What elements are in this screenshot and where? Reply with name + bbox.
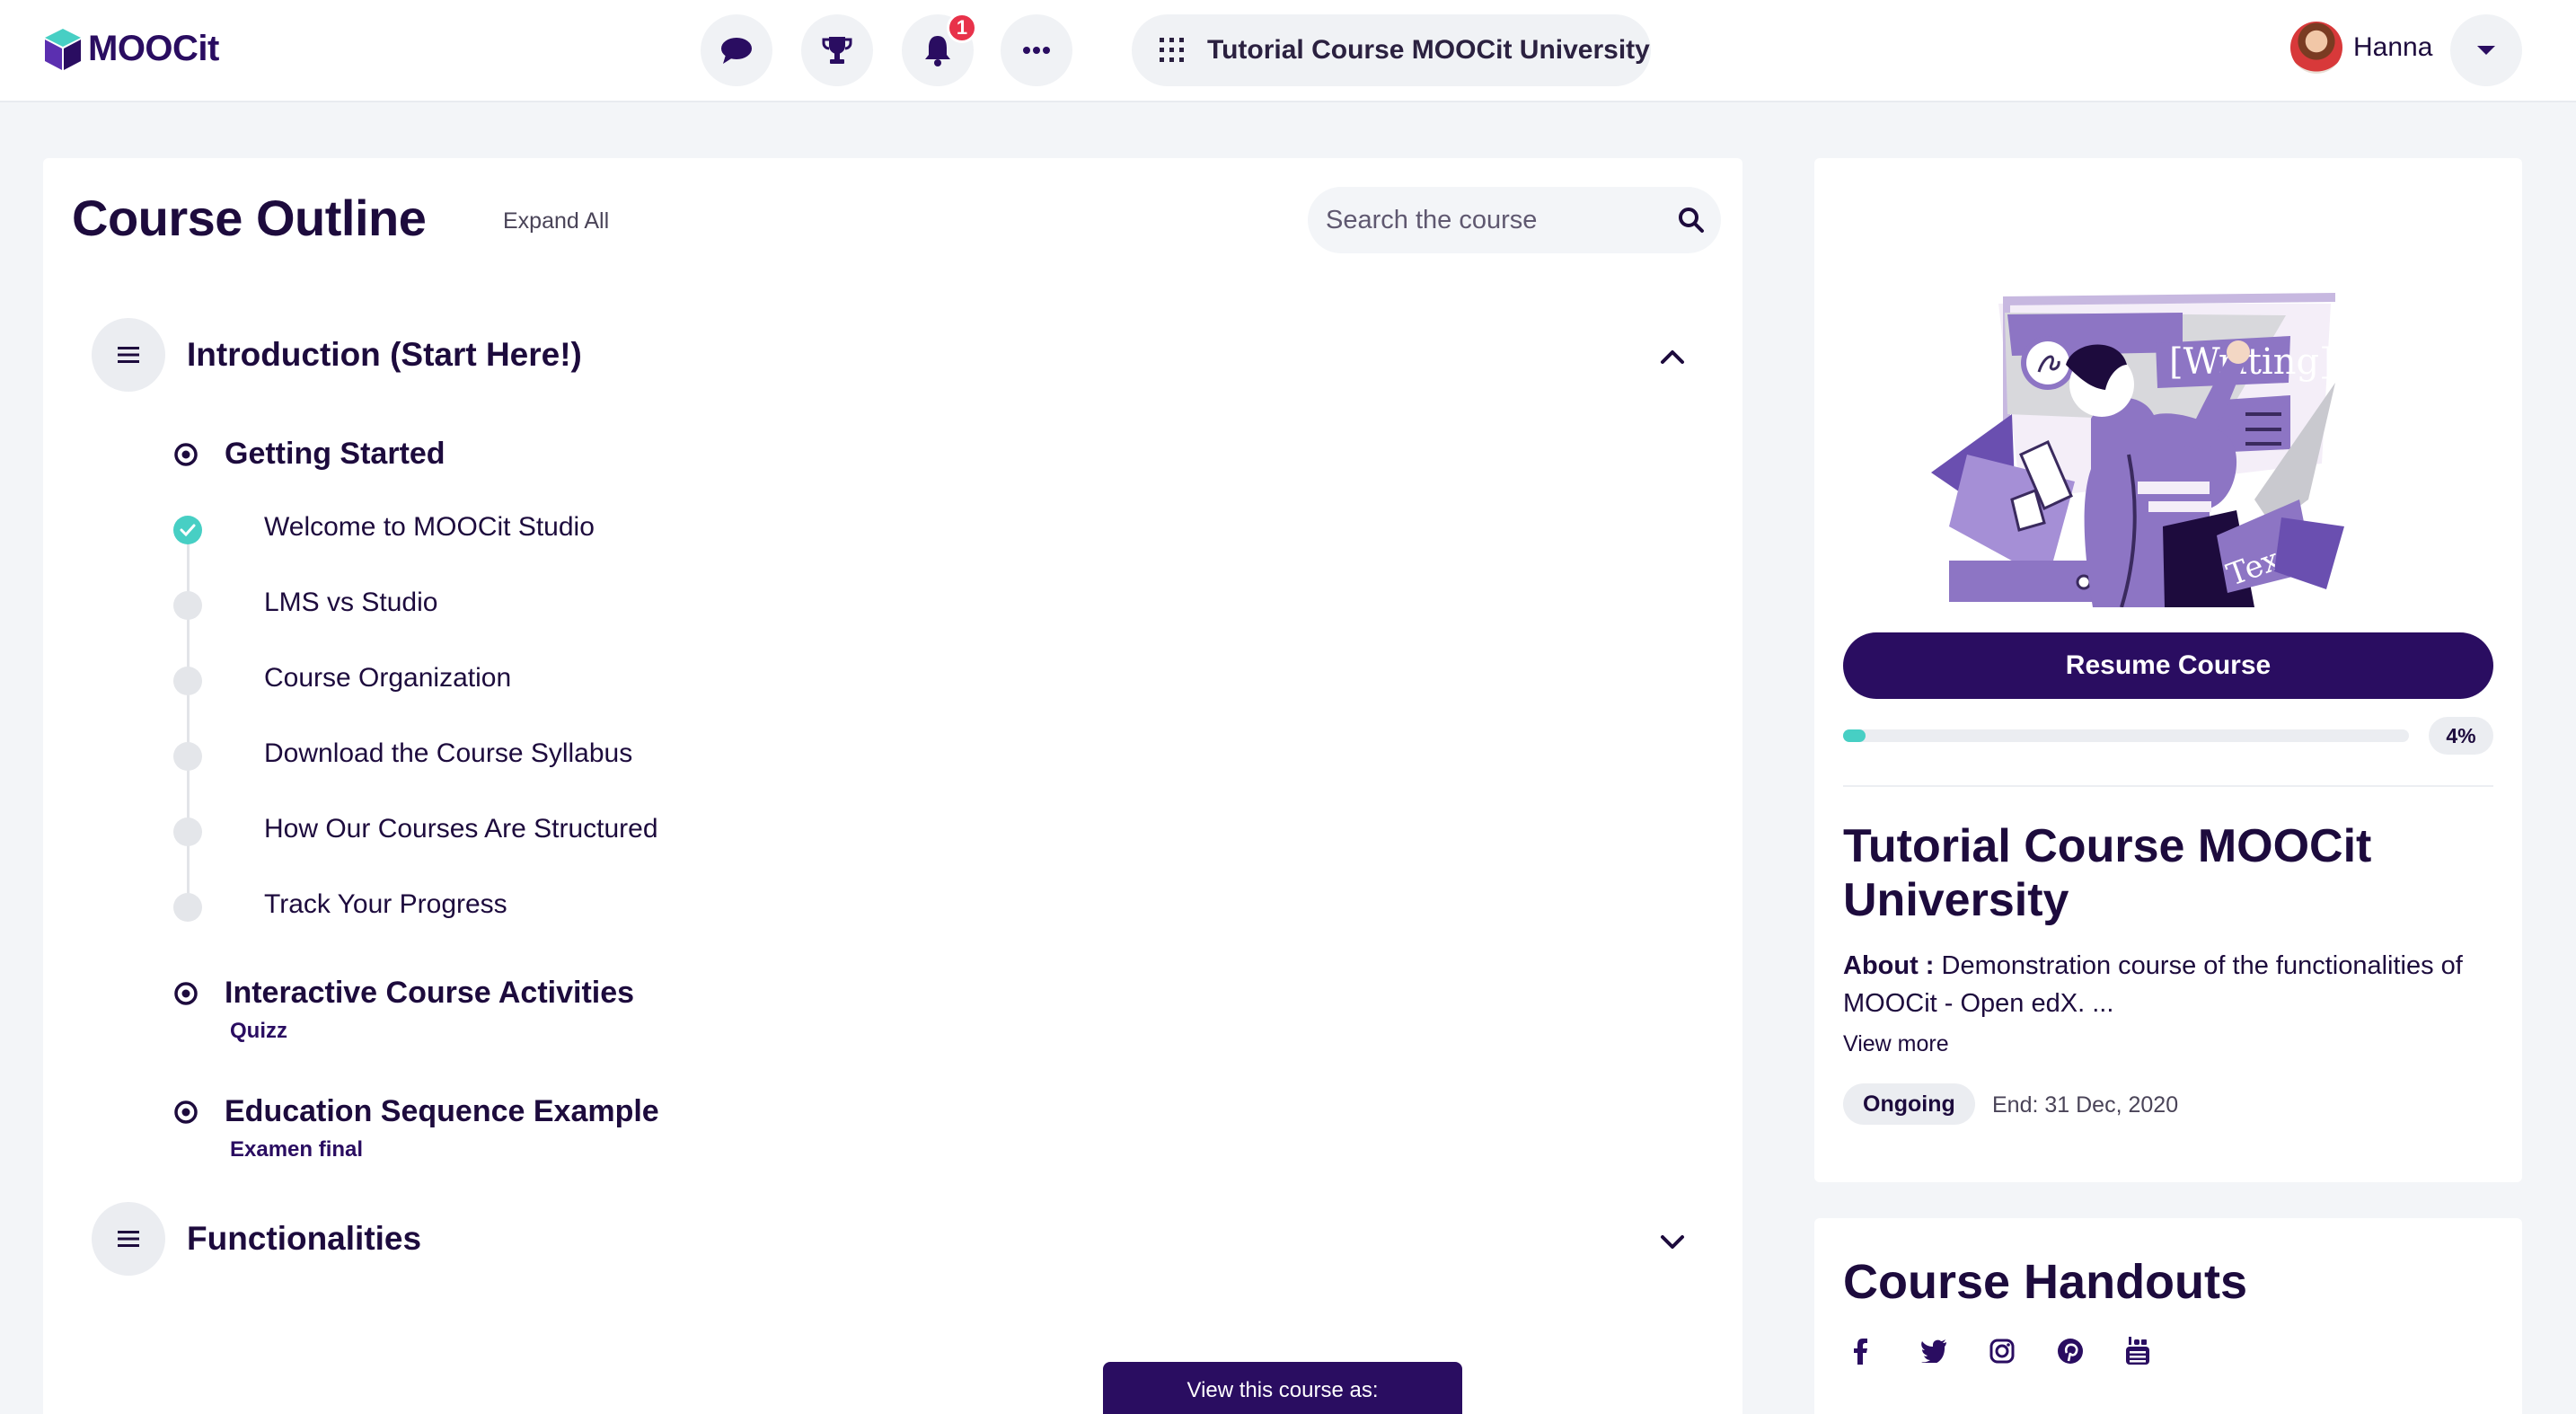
course-selector[interactable]: Tutorial Course MOOCit University bbox=[1132, 14, 1651, 86]
list-icon bbox=[118, 1231, 139, 1247]
twitter-link[interactable] bbox=[1920, 1333, 1989, 1369]
logo-cube-icon bbox=[45, 29, 81, 70]
course-title: Tutorial Course MOOCit University bbox=[1843, 820, 2372, 926]
youtube-icon bbox=[2126, 1337, 2149, 1365]
unit-link[interactable]: LMS vs Studio bbox=[264, 588, 437, 618]
facebook-icon bbox=[1854, 1339, 1867, 1365]
unit-link[interactable]: How Our Courses Are Structured bbox=[264, 814, 658, 844]
unit-incomplete-icon bbox=[173, 591, 202, 620]
course-end-date: End: 31 Dec, 2020 bbox=[1992, 1092, 2179, 1118]
view-more-link[interactable]: View more bbox=[1843, 1031, 1949, 1057]
subsection-note: Examen final bbox=[230, 1137, 364, 1162]
course-selector-label: Tutorial Course MOOCit University bbox=[1207, 35, 1650, 65]
expand-section-button[interactable] bbox=[1660, 1234, 1685, 1255]
about-text: Demonstration course of the functionalit… bbox=[1843, 951, 2463, 1018]
section-menu-button[interactable] bbox=[92, 1202, 165, 1276]
facebook-link[interactable] bbox=[1852, 1333, 1920, 1369]
status-badge: Ongoing bbox=[1843, 1083, 1975, 1125]
subsection-bullet-icon bbox=[174, 1100, 198, 1124]
unit-incomplete-icon bbox=[173, 893, 202, 922]
more-button[interactable] bbox=[1001, 14, 1072, 86]
logo[interactable]: MOOCit bbox=[41, 25, 219, 72]
expand-all-button[interactable]: Expand All bbox=[503, 208, 609, 234]
user-menu[interactable]: Hanna bbox=[2290, 22, 2432, 74]
unit-incomplete-icon bbox=[173, 742, 202, 771]
top-navbar: MOOCit 1 Tutorial Course MOOCit Universi… bbox=[0, 0, 2576, 102]
progress-percent-badge: 4% bbox=[2429, 717, 2493, 755]
course-outline-card: Course Outline Expand All Search the cou… bbox=[43, 158, 1742, 1414]
pinterest-icon bbox=[2058, 1339, 2083, 1364]
subsection-label: Getting Started bbox=[225, 437, 446, 471]
logo-text: MOOCit bbox=[88, 28, 219, 68]
course-handouts-card: Course Handouts bbox=[1814, 1218, 2522, 1414]
section-label: Introduction (Start Here!) bbox=[187, 336, 582, 373]
section-introduction[interactable]: Introduction (Start Here!) bbox=[92, 318, 582, 392]
divider bbox=[1843, 785, 2493, 787]
course-summary-card: [Writing] Text Resume Course 4% Tutorial… bbox=[1814, 158, 2522, 1182]
more-icon bbox=[1023, 47, 1050, 54]
view-course-as-button[interactable]: View this course as: bbox=[1103, 1362, 1462, 1414]
social-links bbox=[1852, 1333, 2193, 1369]
instagram-link[interactable] bbox=[1989, 1333, 2057, 1369]
chevron-down-icon bbox=[1661, 1235, 1684, 1249]
section-menu-button[interactable] bbox=[92, 318, 165, 392]
subsection-education-sequence[interactable]: Education Sequence Example bbox=[172, 1094, 659, 1129]
subsection-bullet-icon bbox=[174, 981, 198, 1005]
handouts-title: Course Handouts bbox=[1843, 1255, 2248, 1309]
instagram-icon bbox=[1989, 1339, 2015, 1364]
unit-timeline bbox=[187, 526, 190, 904]
unit-complete-icon bbox=[173, 516, 202, 544]
search-placeholder: Search the course bbox=[1326, 205, 1538, 234]
progress-bar-fill bbox=[1843, 729, 1866, 742]
collapse-section-button[interactable] bbox=[1660, 349, 1685, 369]
bell-icon bbox=[925, 36, 950, 66]
chevron-down-icon bbox=[2477, 46, 2495, 55]
list-icon bbox=[118, 347, 139, 363]
search-input[interactable]: Search the course bbox=[1308, 187, 1721, 253]
unit-link[interactable]: Course Organization bbox=[264, 663, 511, 694]
unit-incomplete-icon bbox=[173, 817, 202, 846]
user-name: Hanna bbox=[2353, 32, 2433, 62]
page-title: Course Outline bbox=[72, 190, 427, 246]
unit-incomplete-icon bbox=[173, 667, 202, 695]
resume-course-button[interactable]: Resume Course bbox=[1843, 632, 2493, 699]
achievements-button[interactable] bbox=[801, 14, 873, 86]
progress-bar bbox=[1843, 729, 2409, 742]
notifications-button[interactable]: 1 bbox=[902, 13, 977, 86]
subsection-note: Quizz bbox=[230, 1019, 287, 1043]
chevron-up-icon bbox=[1661, 350, 1684, 364]
subsection-bullet-icon bbox=[174, 442, 198, 466]
subsection-getting-started[interactable]: Getting Started bbox=[172, 437, 446, 472]
user-menu-dropdown-button[interactable] bbox=[2450, 14, 2522, 86]
avatar bbox=[2290, 22, 2342, 74]
unit-link[interactable]: Welcome to MOOCit Studio bbox=[264, 512, 595, 543]
about-label: About : bbox=[1843, 951, 1935, 980]
subsection-label: Interactive Course Activities bbox=[225, 976, 635, 1010]
section-label: Functionalities bbox=[187, 1220, 422, 1257]
course-illustration: [Writing] Text bbox=[1931, 293, 2344, 607]
unit-link[interactable]: Track Your Progress bbox=[264, 889, 507, 920]
twitter-icon bbox=[1921, 1339, 1946, 1363]
discussion-button[interactable] bbox=[701, 14, 772, 86]
chat-icon bbox=[721, 38, 752, 64]
section-functionalities[interactable]: Functionalities bbox=[92, 1202, 421, 1276]
apps-grid-icon bbox=[1160, 38, 1184, 62]
svg-text:[Writing]: [Writing] bbox=[2169, 341, 2333, 383]
course-about: About : Demonstration course of the func… bbox=[1843, 947, 2493, 1022]
unit-link[interactable]: Download the Course Syllabus bbox=[264, 738, 632, 769]
check-icon bbox=[180, 524, 196, 536]
pinterest-link[interactable] bbox=[2057, 1333, 2125, 1369]
notification-badge: 1 bbox=[947, 13, 977, 43]
subsection-interactive-activities[interactable]: Interactive Course Activities bbox=[172, 976, 634, 1011]
trophy-icon bbox=[822, 37, 852, 64]
search-button[interactable] bbox=[1678, 207, 1705, 238]
youtube-link[interactable] bbox=[2125, 1333, 2193, 1369]
subsection-label: Education Sequence Example bbox=[225, 1094, 659, 1128]
search-icon bbox=[1679, 208, 1704, 233]
